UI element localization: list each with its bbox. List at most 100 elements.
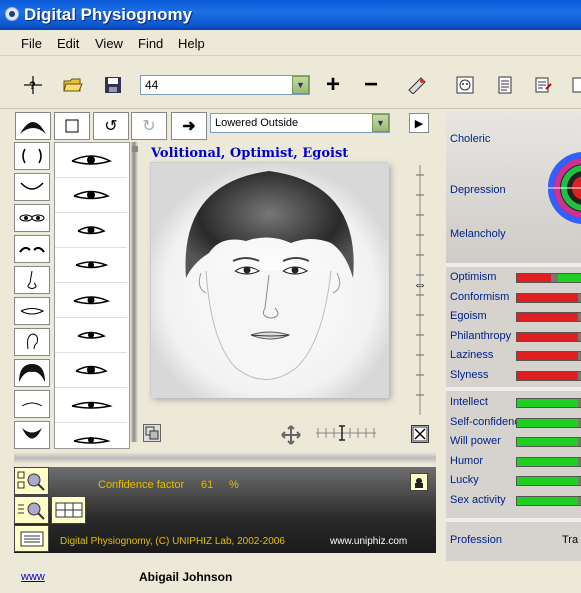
report-button[interactable] xyxy=(492,72,518,98)
variant-eye-5[interactable] xyxy=(55,283,127,318)
www-link[interactable]: www xyxy=(21,571,45,583)
add-face-button[interactable]: + xyxy=(320,71,346,98)
document-icon xyxy=(572,77,581,93)
trait-bar xyxy=(516,496,581,506)
portrait-settings-button[interactable] xyxy=(143,424,161,442)
status-bar: www Abigail Johnson xyxy=(0,562,581,593)
part-eyes-button[interactable] xyxy=(14,204,50,232)
face-view-button[interactable] xyxy=(452,72,478,98)
part-chin-button[interactable] xyxy=(14,173,50,201)
variant-eye-1[interactable] xyxy=(55,143,127,178)
eye-variant-icon xyxy=(77,331,106,339)
hairstyle-icon xyxy=(19,364,45,382)
app-eye-icon[interactable] xyxy=(5,7,19,21)
info-panel: Confidence factor 61 % Digital Physiogno… xyxy=(14,467,436,553)
part-face-outline-button[interactable] xyxy=(14,142,50,170)
slider-thumb[interactable]: ⇔ xyxy=(409,276,431,292)
trait-bar xyxy=(516,273,581,283)
print-button[interactable] xyxy=(530,72,556,98)
temperament-melancholy: Melancholy xyxy=(450,228,506,240)
part-ear-button[interactable] xyxy=(14,328,50,356)
part-nose-button[interactable] xyxy=(14,266,50,294)
menu-find[interactable]: Find xyxy=(138,36,163,51)
redo-icon: ↻ xyxy=(142,118,156,135)
title-bar[interactable]: Digital Physiognomy xyxy=(0,0,581,30)
variant-eye-8[interactable] xyxy=(55,388,127,423)
ruler-track xyxy=(316,425,376,441)
menu-file[interactable]: File xyxy=(21,36,42,51)
chevron-down-icon[interactable]: ▼ xyxy=(292,76,309,94)
beard-icon xyxy=(22,428,42,439)
chevron-down-icon[interactable]: ▼ xyxy=(372,114,389,132)
wizard-button[interactable] xyxy=(404,72,430,98)
square-icon xyxy=(65,119,79,133)
reset-button[interactable] xyxy=(411,425,429,443)
layers-icon xyxy=(145,426,159,440)
trait-bar-fill xyxy=(517,438,579,447)
move-button[interactable] xyxy=(281,425,301,445)
extra-button[interactable] xyxy=(566,72,581,98)
website-link[interactable]: www.uniphiz.com xyxy=(330,536,407,547)
part-mouth-button[interactable] xyxy=(14,297,50,325)
chin-icon xyxy=(20,182,44,190)
eye-variant-icon xyxy=(75,261,109,269)
play-button[interactable]: ▶ xyxy=(409,113,429,133)
menu-edit[interactable]: Edit xyxy=(57,36,79,51)
splitter-handle[interactable] xyxy=(132,146,138,152)
minus-icon: − xyxy=(363,71,378,98)
save-button[interactable] xyxy=(100,72,126,98)
analysis-panel: Choleric Depression Melancholy Optimism C… xyxy=(446,111,581,561)
grid-view-button[interactable] xyxy=(51,496,86,524)
portrait-canvas[interactable] xyxy=(150,162,389,398)
trait-label: Self-confidence xyxy=(450,415,526,428)
mascot-button[interactable] xyxy=(410,473,428,491)
face-number-combo[interactable]: 44 ▼ xyxy=(140,75,310,95)
menu-help[interactable]: Help xyxy=(178,36,205,51)
zoom-out-button[interactable] xyxy=(14,467,49,495)
part-beard-button[interactable] xyxy=(14,421,50,449)
list-view-button[interactable] xyxy=(14,525,49,552)
confidence-unit: % xyxy=(229,479,239,491)
menu-view[interactable]: View xyxy=(95,36,123,51)
trait-bar-fill-secondary xyxy=(557,274,581,282)
trait-bar xyxy=(516,398,581,408)
help-cursor-button[interactable]: ? xyxy=(20,72,46,98)
temperament-depression: Depression xyxy=(450,184,506,196)
shape-select[interactable]: Lowered Outside ▼ xyxy=(210,113,390,133)
variant-list[interactable] xyxy=(54,142,130,449)
trait-label: Will power xyxy=(450,435,501,448)
undo-button[interactable]: ↺ xyxy=(93,112,129,140)
variant-eye-7[interactable] xyxy=(55,353,127,388)
splitter-horizontal[interactable] xyxy=(14,452,436,464)
part-wrinkle-button[interactable] xyxy=(14,390,50,418)
eyebrows-icon xyxy=(19,246,45,253)
variant-eye-6[interactable] xyxy=(55,318,127,353)
undo-icon: ↺ xyxy=(104,118,118,135)
window-title: Digital Physiognomy xyxy=(24,5,193,24)
select-tool-button[interactable] xyxy=(54,112,90,140)
variant-eye-9[interactable] xyxy=(55,423,127,448)
open-button[interactable] xyxy=(60,72,86,98)
trait-bar xyxy=(516,292,581,303)
ear-icon xyxy=(27,333,38,350)
trait-label: Optimism xyxy=(450,271,497,283)
trait-label: Slyness xyxy=(450,369,489,381)
apply-button[interactable]: ➜ xyxy=(171,112,207,140)
part-hair-button[interactable] xyxy=(14,359,50,387)
part-eyebrows-button[interactable] xyxy=(14,235,50,263)
remove-face-button[interactable]: − xyxy=(358,71,384,98)
trait-label: Sex activity xyxy=(450,494,506,506)
trait-label: Humor xyxy=(450,454,484,467)
variant-eye-3[interactable] xyxy=(55,213,127,248)
eye-variant-icon xyxy=(75,365,108,375)
eye-variant-icon xyxy=(73,437,111,444)
variant-eye-4[interactable] xyxy=(55,248,127,283)
zoom-in-button[interactable] xyxy=(14,496,49,524)
redo-button[interactable]: ↻ xyxy=(131,112,167,140)
splitter[interactable] xyxy=(130,142,138,442)
horizontal-slider[interactable] xyxy=(316,424,376,442)
trait-label: Philanthropy xyxy=(450,329,512,342)
variant-eye-2[interactable] xyxy=(55,178,127,213)
eye-variant-icon xyxy=(71,401,113,409)
hair-tool-button[interactable] xyxy=(15,112,51,140)
